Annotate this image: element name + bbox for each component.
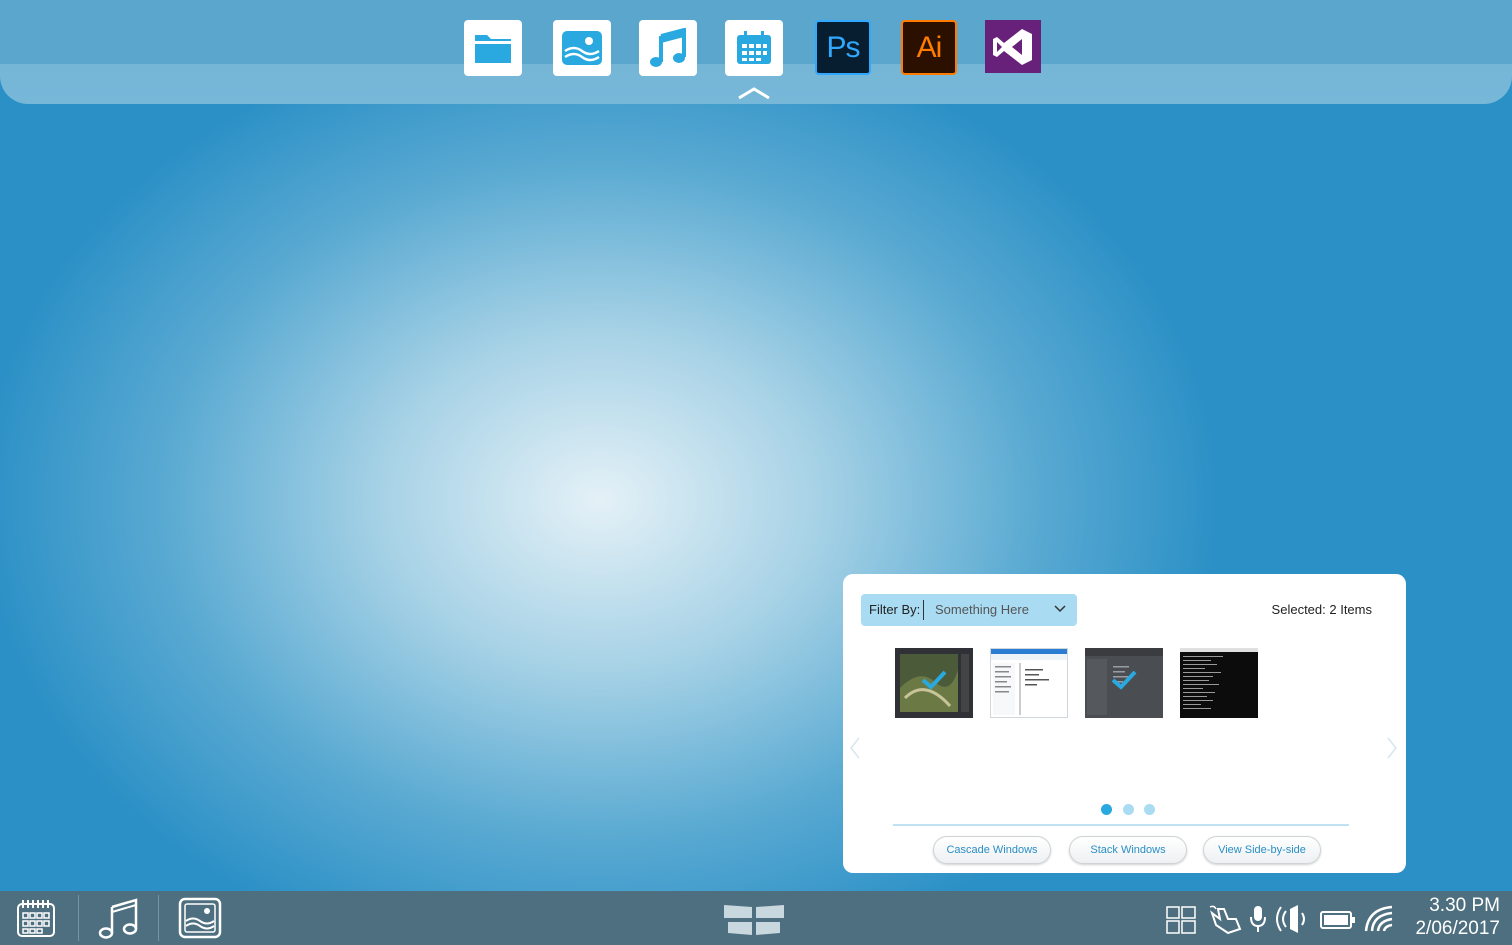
cascade-windows-button[interactable]: Cascade Windows xyxy=(933,836,1051,864)
dock-photoshop-button[interactable]: Ps xyxy=(815,20,871,75)
window-thumbnail[interactable] xyxy=(895,648,973,718)
filter-divider xyxy=(923,600,924,620)
filter-label: Filter By: xyxy=(869,602,921,617)
taskbar-separator xyxy=(78,895,79,941)
dock-photos-button[interactable] xyxy=(553,20,611,76)
taskbar: 3.30 PM 2/06/2017 xyxy=(0,891,1512,945)
stack-windows-button[interactable]: Stack Windows xyxy=(1069,836,1187,864)
clock-date[interactable]: 2/06/2017 xyxy=(1415,918,1500,940)
dock-visual-studio-button[interactable] xyxy=(985,20,1041,73)
page-dot[interactable] xyxy=(1144,804,1155,815)
file-explorer-preview xyxy=(991,649,1067,717)
view-side-by-side-button[interactable]: View Side-by-side xyxy=(1203,836,1321,864)
wifi-icon[interactable] xyxy=(1364,905,1394,933)
clock-time[interactable]: 3.30 PM xyxy=(1429,895,1500,917)
window-thumbnail[interactable] xyxy=(1180,648,1258,718)
next-page-arrow-icon[interactable] xyxy=(1386,736,1398,760)
dock-music-button[interactable] xyxy=(639,20,697,76)
visual-studio-icon xyxy=(993,28,1032,65)
window-thumbnail[interactable] xyxy=(990,648,1068,718)
task-view-icon[interactable] xyxy=(1166,906,1196,934)
checkmark-icon xyxy=(921,670,947,690)
windows-logo-icon[interactable] xyxy=(722,903,786,937)
terminal-preview xyxy=(1180,648,1258,718)
photoshop-icon: Ps xyxy=(826,30,860,64)
folder-icon xyxy=(475,35,511,63)
filter-value: Something Here xyxy=(935,602,1029,617)
dock-illustrator-button[interactable]: Ai xyxy=(901,20,957,75)
taskbar-separator xyxy=(158,895,159,941)
page-dot-active[interactable] xyxy=(1101,804,1112,815)
dock-calendar-button[interactable] xyxy=(725,20,783,76)
touch-icon[interactable] xyxy=(1208,905,1242,935)
chevron-up-icon[interactable] xyxy=(737,86,771,100)
speaker-icon[interactable] xyxy=(1276,905,1310,933)
image-icon[interactable] xyxy=(178,897,222,939)
microphone-icon[interactable] xyxy=(1250,905,1266,933)
checkmark-icon xyxy=(1111,670,1137,690)
window-thumbnail[interactable] xyxy=(1085,648,1163,718)
illustrator-icon: Ai xyxy=(916,30,943,64)
previous-page-arrow-icon[interactable] xyxy=(849,736,861,760)
window-switcher-panel: Filter By: Something Here Selected: 2 It… xyxy=(843,574,1406,873)
music-note-icon[interactable] xyxy=(98,897,140,939)
music-note-icon xyxy=(650,28,686,67)
battery-icon[interactable] xyxy=(1320,911,1356,929)
calendar-icon xyxy=(737,31,771,64)
page-dot[interactable] xyxy=(1123,804,1134,815)
app-dock: Ps Ai xyxy=(0,0,1512,104)
selected-count: Selected: 2 Items xyxy=(1271,602,1372,617)
filter-dropdown[interactable]: Filter By: Something Here xyxy=(861,594,1077,626)
dock-files-button[interactable] xyxy=(464,20,522,76)
panel-divider xyxy=(893,824,1349,826)
calendar-icon[interactable] xyxy=(16,898,56,938)
chevron-down-icon[interactable] xyxy=(1054,605,1066,613)
landscape-image-icon xyxy=(562,31,602,65)
